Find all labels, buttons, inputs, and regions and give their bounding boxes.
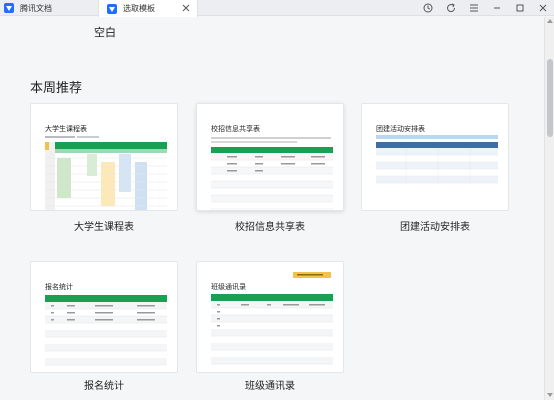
scroll-up-arrow-icon[interactable] [547, 19, 553, 23]
campus-recruit-preview [211, 137, 333, 210]
template-card-team-building[interactable]: 团建活动安排表 [361, 103, 509, 211]
scroll-down-arrow-icon[interactable] [547, 393, 553, 397]
minimize-icon[interactable] [485, 0, 508, 16]
template-gallery: 空白 本周推荐 大学生课程表 大学生课程表 校招信息共享表 校招信息共享表 团建… [0, 17, 544, 400]
template-label[interactable]: 班级通讯录 [196, 377, 344, 392]
menu-icon[interactable] [462, 0, 485, 16]
template-card-course-schedule[interactable]: 大学生课程表 [30, 103, 178, 211]
class-contacts-preview [211, 272, 333, 365]
blank-template-label[interactable]: 空白 [94, 24, 116, 40]
template-card-registration[interactable]: 报名统计 [30, 261, 178, 373]
template-card-campus-recruit[interactable]: 校招信息共享表 [196, 103, 344, 211]
tencent-docs-icon [107, 3, 117, 14]
tab-label: 选取模板 [123, 4, 155, 13]
tab-select-template[interactable]: 选取模板 [98, 0, 198, 17]
window-controls [416, 0, 554, 16]
tencent-docs-icon [4, 3, 14, 13]
template-label[interactable]: 校招信息共享表 [196, 218, 344, 233]
title-bar: 腾讯文档 选取模板 [0, 0, 554, 17]
team-building-preview [376, 135, 498, 185]
tab-label: 腾讯文档 [20, 3, 52, 13]
vertical-scrollbar[interactable] [544, 17, 554, 400]
maximize-icon[interactable] [508, 0, 531, 16]
preview-title: 校招信息共享表 [211, 125, 260, 133]
history-icon[interactable] [416, 0, 439, 16]
registration-preview [45, 295, 167, 366]
tab-tencent-docs[interactable]: 腾讯文档 [0, 0, 98, 16]
template-label[interactable]: 报名统计 [30, 377, 178, 392]
close-icon[interactable] [531, 0, 554, 16]
template-label[interactable]: 大学生课程表 [30, 218, 178, 233]
course-schedule-preview [45, 136, 167, 210]
template-card-class-contacts[interactable]: 班级通讯录 [196, 261, 344, 373]
scroll-thumb[interactable] [547, 59, 553, 137]
preview-title: 报名统计 [45, 283, 73, 291]
template-label[interactable]: 团建活动安排表 [361, 218, 509, 233]
preview-title: 团建活动安排表 [376, 125, 425, 133]
preview-title: 大学生课程表 [45, 125, 87, 133]
close-tab-icon[interactable] [181, 3, 191, 13]
section-title: 本周推荐 [30, 81, 83, 96]
refresh-icon[interactable] [439, 0, 462, 16]
